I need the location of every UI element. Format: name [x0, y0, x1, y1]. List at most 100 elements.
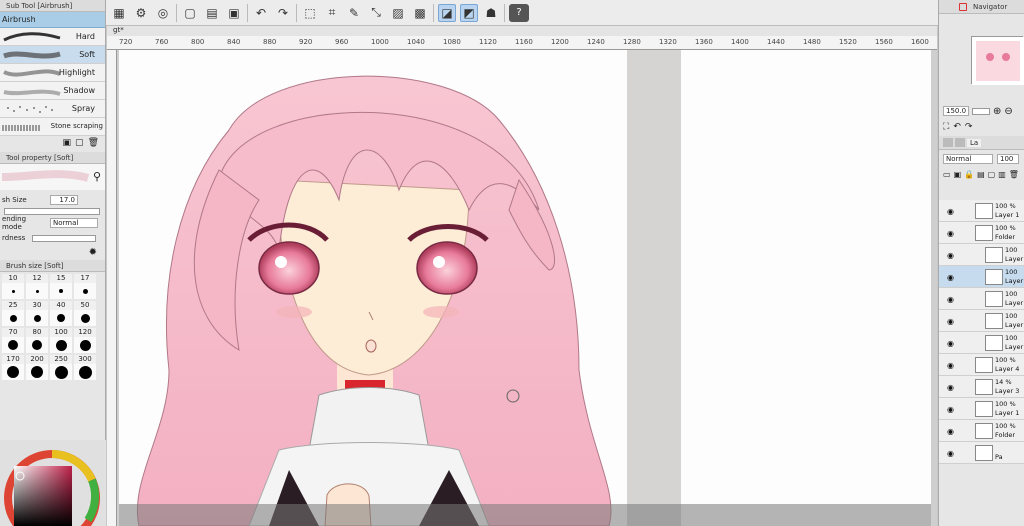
brush-hard[interactable]: Hard	[0, 28, 105, 46]
zoom-in-icon[interactable]: ⊕	[993, 106, 1001, 117]
brush-size-option[interactable]: 30	[26, 301, 48, 326]
brush-size-option[interactable]: 70	[2, 328, 24, 353]
layer-row[interactable]: ◉ 100 % Folder	[939, 222, 1024, 244]
brush-size-option[interactable]: 17	[74, 274, 96, 299]
visibility-eye-icon[interactable]: ◉	[947, 405, 954, 414]
open-icon[interactable]: ▤	[203, 4, 221, 22]
clip-icon[interactable]: ▭	[943, 170, 951, 196]
canvas-paper-right[interactable]	[681, 50, 931, 526]
fill-icon[interactable]: ▩	[411, 4, 429, 22]
layer-row[interactable]: ◉ 100 Layer	[939, 288, 1024, 310]
transform-icon[interactable]: ⤡	[367, 4, 385, 22]
layer-tab-icon-2[interactable]	[955, 138, 965, 147]
visibility-eye-icon[interactable]: ◉	[947, 383, 954, 392]
layer-tab-icon-1[interactable]	[943, 138, 953, 147]
mask-icon[interactable]: ▤	[977, 170, 985, 196]
brush-size-option[interactable]: 250	[50, 355, 72, 380]
brush-size-option[interactable]: 100	[50, 328, 72, 353]
canvas-tab[interactable]: gt*	[107, 26, 937, 36]
visibility-eye-icon[interactable]: ◉	[947, 427, 954, 436]
visibility-eye-icon[interactable]: ◉	[947, 207, 954, 216]
reference-icon[interactable]: ▣	[954, 170, 962, 196]
redo-icon[interactable]: ↷	[274, 4, 292, 22]
rotate-left-icon[interactable]: ↶	[953, 122, 961, 132]
brush-highlight[interactable]: Highlight	[0, 64, 105, 82]
brush-size-option[interactable]: 120	[74, 328, 96, 353]
layer-row[interactable]: ◉ Pa	[939, 442, 1024, 464]
zoom-field[interactable]: 150.0	[943, 106, 969, 116]
ruler-icon[interactable]: ◩	[460, 3, 478, 22]
brush-size-option[interactable]: 300	[74, 355, 96, 380]
wrench-icon[interactable]: ✹	[89, 247, 97, 258]
visibility-eye-icon[interactable]: ◉	[947, 361, 954, 370]
layer-row[interactable]: ◉ 100 % Layer 4	[939, 354, 1024, 376]
brush-size-slider[interactable]	[4, 208, 100, 215]
hardness-slider[interactable]	[32, 234, 96, 242]
magnify-icon[interactable]: ⚲	[93, 170, 101, 183]
visibility-eye-icon[interactable]: ◉	[947, 251, 954, 260]
figure-icon[interactable]: ☗	[482, 4, 500, 22]
layer-row[interactable]: ◉ 100 % Folder	[939, 420, 1024, 442]
navigator-thumbnail[interactable]	[971, 36, 1024, 85]
color-wheel[interactable]	[0, 440, 106, 526]
brush-size-option[interactable]: 15	[50, 274, 72, 299]
select-icon[interactable]: ⬚	[301, 4, 319, 22]
layer-row[interactable]: ◉ 100 Layer	[939, 310, 1024, 332]
lock-layer-icon[interactable]: 🔒	[964, 170, 974, 196]
brush-size-option[interactable]: 25	[2, 301, 24, 326]
visibility-eye-icon[interactable]: ◉	[947, 449, 954, 458]
layer-row[interactable]: ◉ 100 Layer	[939, 244, 1024, 266]
new-brush-icon[interactable]: ▢	[75, 138, 84, 148]
layer-tab[interactable]: La	[967, 138, 982, 147]
delete-layer-icon[interactable]: 🗑	[1009, 170, 1019, 196]
lock-icon[interactable]: ▣	[63, 138, 72, 148]
spiral-icon[interactable]: ◎	[154, 4, 172, 22]
pen-icon[interactable]: ✎	[345, 4, 363, 22]
brush-size-label: 10	[2, 274, 24, 283]
brush-size-option[interactable]: 80	[26, 328, 48, 353]
layer-row[interactable]: ◉ 14 % Layer 3	[939, 376, 1024, 398]
visibility-eye-icon[interactable]: ◉	[947, 273, 954, 282]
brush-size-value[interactable]: 17.0	[50, 195, 78, 205]
new-folder-icon[interactable]: ▥	[998, 170, 1006, 196]
visibility-eye-icon[interactable]: ◉	[947, 317, 954, 326]
save-icon[interactable]: ▣	[225, 4, 243, 22]
canvas-paper[interactable]	[119, 50, 627, 526]
brush-shadow[interactable]: Shadow	[0, 82, 105, 100]
undo-icon[interactable]: ↶	[252, 4, 270, 22]
brush-size-option[interactable]: 170	[2, 355, 24, 380]
help-icon[interactable]: ?	[509, 3, 529, 22]
zoom-out-icon[interactable]: ⊖	[1004, 106, 1012, 117]
sub-tool-tab[interactable]: Airbrush	[0, 12, 105, 28]
brush-soft[interactable]: Soft	[0, 46, 105, 64]
brush-size-option[interactable]: 12	[26, 274, 48, 299]
blend-mode-select[interactable]: Normal	[943, 154, 993, 164]
visibility-eye-icon[interactable]: ◉	[947, 295, 954, 304]
crop-icon[interactable]: ⌗	[323, 4, 341, 22]
visibility-eye-icon[interactable]: ◉	[947, 229, 954, 238]
brush-size-option[interactable]: 200	[26, 355, 48, 380]
blending-select[interactable]: Normal	[50, 218, 98, 228]
clear-icon[interactable]: ▨	[389, 4, 407, 22]
grid-icon[interactable]: ▦	[110, 4, 128, 22]
navigator-actions: ⛶ ↶ ↷	[939, 120, 1024, 134]
settings-icon[interactable]: ⚙	[132, 4, 150, 22]
layer-row[interactable]: ◉ 100 Layer	[939, 332, 1024, 354]
layer-row[interactable]: ◉ 100 Layer	[939, 266, 1024, 288]
layer-row[interactable]: ◉ 100 % Layer 1	[939, 200, 1024, 222]
brush-size-option[interactable]: 10	[2, 274, 24, 299]
layer-row[interactable]: ◉ 100 % Layer 1	[939, 398, 1024, 420]
fit-icon[interactable]: ⛶	[943, 122, 949, 132]
new-icon[interactable]: ▢	[181, 4, 199, 22]
brush-spray[interactable]: Spray	[0, 100, 105, 118]
opacity-field[interactable]: 100	[997, 154, 1019, 164]
brush-stone[interactable]: Stone scraping	[0, 118, 105, 136]
lasso-icon[interactable]: ◪	[438, 3, 456, 22]
brush-size-option[interactable]: 40	[50, 301, 72, 326]
rotate-right-icon[interactable]: ↷	[965, 122, 973, 132]
trash-icon[interactable]: 🗑	[88, 138, 99, 148]
zoom-slider[interactable]	[972, 107, 990, 115]
brush-size-option[interactable]: 50	[74, 301, 96, 326]
new-layer-icon[interactable]: ▢	[988, 170, 996, 196]
visibility-eye-icon[interactable]: ◉	[947, 339, 954, 348]
